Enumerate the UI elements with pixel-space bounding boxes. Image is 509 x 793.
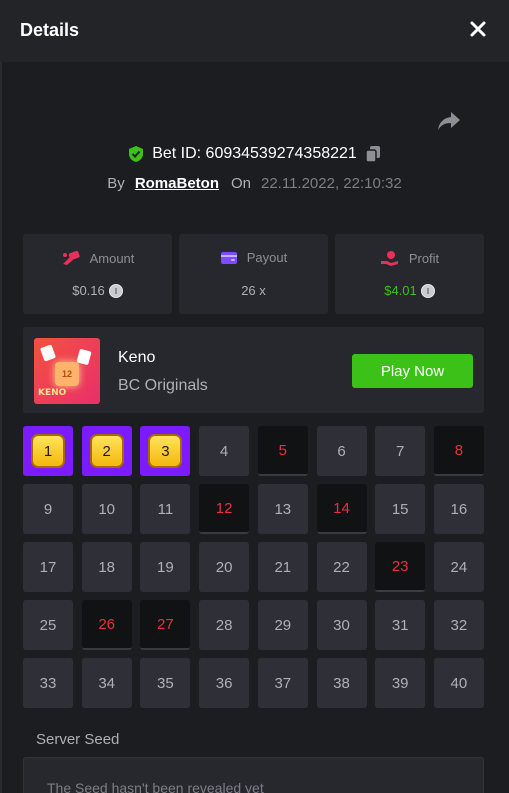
username-link[interactable]: RomaBeton bbox=[135, 175, 219, 192]
game-card: 12 KENO Keno BC Originals Play Now bbox=[23, 327, 484, 413]
keno-cell-35[interactable]: 35 bbox=[140, 658, 191, 708]
keno-cell-26[interactable]: 26 bbox=[81, 600, 132, 650]
keno-cell-40[interactable]: 40 bbox=[433, 658, 484, 708]
share-button[interactable] bbox=[436, 110, 462, 132]
keno-cell-34[interactable]: 34 bbox=[81, 658, 132, 708]
amount-label: Amount bbox=[89, 250, 135, 266]
keno-cell-29[interactable]: 29 bbox=[257, 600, 308, 650]
keno-cell-16[interactable]: 16 bbox=[433, 484, 484, 534]
keno-cell-19[interactable]: 19 bbox=[140, 542, 191, 592]
server-seed-label: Server Seed bbox=[36, 731, 120, 748]
keno-cell-13[interactable]: 13 bbox=[257, 484, 308, 534]
keno-cell-25[interactable]: 25 bbox=[23, 600, 73, 650]
keno-cell-15[interactable]: 15 bbox=[375, 484, 426, 534]
profit-stat: Profit $4.01 bbox=[335, 234, 484, 314]
keno-cell-33[interactable]: 33 bbox=[23, 658, 73, 708]
keno-cell-11[interactable]: 11 bbox=[140, 484, 191, 534]
keno-cell-37[interactable]: 37 bbox=[257, 658, 308, 708]
keno-cell-28[interactable]: 28 bbox=[199, 600, 250, 650]
panel-left-edge bbox=[0, 0, 2, 793]
keno-cell-14[interactable]: 14 bbox=[316, 484, 367, 534]
game-thumbnail: 12 KENO bbox=[34, 338, 100, 404]
matched-gem-icon: 1 bbox=[31, 434, 65, 468]
amount-value: $0.16 bbox=[72, 283, 105, 298]
thumb-card-decor bbox=[76, 348, 92, 366]
amount-icon bbox=[62, 250, 80, 265]
keno-cell-2[interactable]: 2 bbox=[81, 426, 132, 476]
coin-icon bbox=[420, 283, 435, 298]
keno-cell-1[interactable]: 1 bbox=[23, 426, 73, 476]
keno-cell-4[interactable]: 4 bbox=[199, 426, 250, 476]
keno-cell-8[interactable]: 8 bbox=[433, 426, 484, 476]
bet-id-row: Bet ID: 60934539274358221 bbox=[0, 143, 509, 165]
page-title: Details bbox=[20, 20, 80, 40]
keno-cell-10[interactable]: 10 bbox=[81, 484, 132, 534]
profit-icon bbox=[380, 251, 398, 266]
keno-cell-9[interactable]: 9 bbox=[23, 484, 73, 534]
details-header: Details bbox=[0, 0, 509, 62]
matched-gem-icon: 3 bbox=[148, 434, 183, 468]
wallet-icon bbox=[220, 251, 237, 264]
keno-cell-17[interactable]: 17 bbox=[23, 542, 73, 592]
matched-gem-icon: 2 bbox=[89, 434, 124, 468]
thumb-logo-text: KENO bbox=[38, 388, 67, 398]
keno-cell-20[interactable]: 20 bbox=[199, 542, 250, 592]
keno-board: 1 2 3 4 5 6 7 8 9 10 11 12 13 14 15 16 17 18 19 20 21 22 23 24 2… bbox=[23, 426, 484, 708]
bet-datetime: 22.11.2022, 22:10:32 bbox=[261, 174, 402, 192]
play-now-button[interactable]: Play Now bbox=[352, 354, 473, 388]
amount-stat: Amount $0.16 bbox=[23, 234, 172, 314]
close-icon bbox=[470, 21, 486, 37]
thumb-ball: 12 bbox=[55, 362, 79, 386]
by-label: By bbox=[107, 174, 125, 192]
keno-cell-27[interactable]: 27 bbox=[140, 600, 191, 650]
server-seed-text: The Seed hasn't been revealed yet bbox=[47, 780, 264, 793]
bet-id: Bet ID: 60934539274358221 bbox=[152, 145, 357, 162]
bet-author-row: By RomaBeton On 22.11.2022, 22:10:32 bbox=[0, 172, 509, 194]
payout-stat: Payout 26 x bbox=[179, 234, 328, 314]
keno-cell-7[interactable]: 7 bbox=[375, 426, 426, 476]
game-name: Keno bbox=[118, 349, 156, 366]
keno-cell-38[interactable]: 38 bbox=[316, 658, 367, 708]
keno-cell-31[interactable]: 31 bbox=[375, 600, 426, 650]
keno-cell-12[interactable]: 12 bbox=[199, 484, 250, 534]
keno-cell-5[interactable]: 5 bbox=[257, 426, 308, 476]
keno-cell-36[interactable]: 36 bbox=[199, 658, 250, 708]
keno-cell-18[interactable]: 18 bbox=[81, 542, 132, 592]
game-provider: BC Originals bbox=[118, 377, 208, 394]
keno-cell-22[interactable]: 22 bbox=[316, 542, 367, 592]
keno-cell-21[interactable]: 21 bbox=[257, 542, 308, 592]
server-seed-box: The Seed hasn't been revealed yet bbox=[23, 757, 484, 793]
profit-label: Profit bbox=[408, 250, 440, 266]
keno-cell-3[interactable]: 3 bbox=[140, 426, 191, 476]
verified-shield-icon bbox=[129, 146, 144, 162]
keno-cell-6[interactable]: 6 bbox=[316, 426, 367, 476]
thumb-card-decor bbox=[39, 344, 57, 362]
payout-value: 26 x bbox=[241, 283, 266, 298]
on-label: On bbox=[230, 174, 251, 192]
copy-icon[interactable] bbox=[365, 145, 381, 163]
keno-cell-24[interactable]: 24 bbox=[433, 542, 484, 592]
keno-cell-39[interactable]: 39 bbox=[375, 658, 426, 708]
payout-label: Payout bbox=[246, 250, 288, 265]
keno-cell-30[interactable]: 30 bbox=[316, 600, 367, 650]
profit-value: $4.01 bbox=[384, 283, 417, 298]
coin-icon bbox=[108, 283, 123, 298]
share-icon bbox=[438, 112, 460, 130]
close-button[interactable] bbox=[469, 20, 487, 38]
keno-cell-23[interactable]: 23 bbox=[375, 542, 426, 592]
keno-cell-32[interactable]: 32 bbox=[433, 600, 484, 650]
